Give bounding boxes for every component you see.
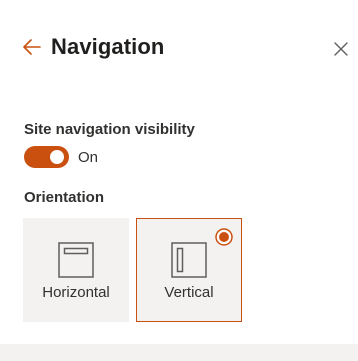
option-label-horizontal: Horizontal [42, 284, 110, 301]
visibility-toggle[interactable] [24, 146, 69, 168]
navigation-panel: Navigation Site navigation visibility On… [0, 0, 358, 344]
close-icon[interactable] [333, 41, 349, 57]
orientation-option-vertical[interactable]: Vertical [136, 218, 242, 322]
horizontal-layout-icon [58, 242, 94, 278]
arrow-left-icon[interactable] [22, 37, 42, 57]
option-label-vertical: Vertical [164, 284, 214, 301]
toggle-state-text: On [78, 149, 99, 166]
vertical-layout-icon [171, 242, 207, 278]
orientation-option-horizontal[interactable]: Horizontal [23, 218, 129, 322]
visibility-label: Site navigation visibility [24, 121, 195, 138]
toggle-knob [50, 150, 64, 164]
selected-radio-icon [215, 228, 233, 246]
panel-title: Navigation [51, 34, 165, 59]
orientation-label: Orientation [24, 189, 105, 206]
